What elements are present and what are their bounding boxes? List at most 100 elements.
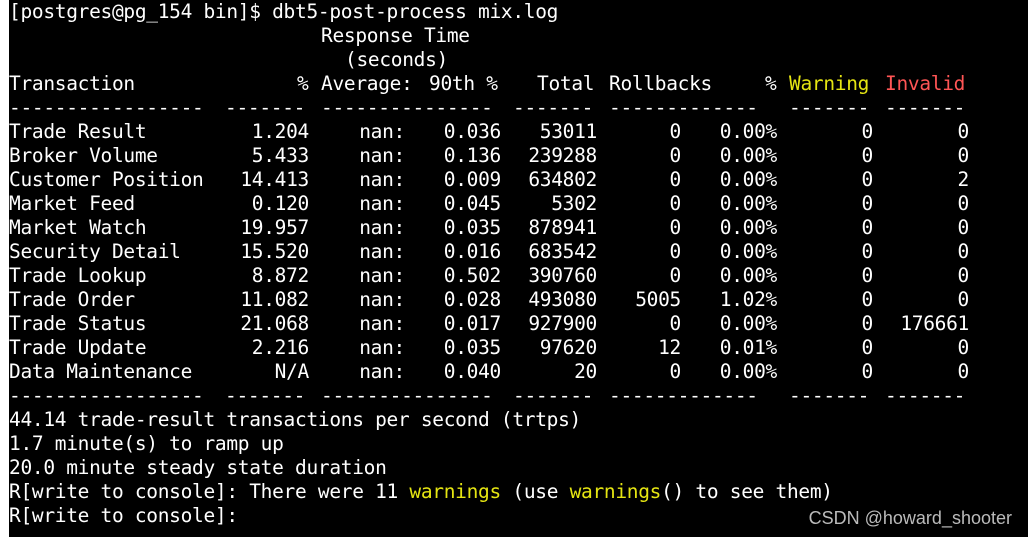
separator-seg: ------- bbox=[225, 384, 306, 407]
row-invalid: 0 bbox=[957, 144, 970, 167]
row-90th: 0.016 bbox=[443, 240, 502, 263]
separator-seg: --------------- bbox=[321, 96, 493, 119]
console-warning-line: R[write to console]: There were 11 warni… bbox=[9, 480, 833, 504]
row-transaction-name: Trade Result bbox=[9, 120, 147, 143]
row-warning: 0 bbox=[861, 264, 874, 287]
row-pct: 11.082 bbox=[240, 288, 309, 311]
console-prefix: R[write to console]: There were 11 bbox=[9, 480, 410, 503]
summary-trtps: 44.14 trade-result transactions per seco… bbox=[9, 408, 582, 431]
row-transaction-name: Trade Status bbox=[9, 312, 147, 335]
row-warning: 0 bbox=[861, 120, 874, 143]
row-rollbacks: 5005 bbox=[635, 288, 681, 311]
row-transaction-name: Customer Position bbox=[9, 168, 204, 191]
row-90th: 0.028 bbox=[443, 288, 502, 311]
row-transaction-name: Market Feed bbox=[9, 192, 135, 215]
row-rollback-pct: 0.00% bbox=[719, 168, 778, 191]
row-90th: 0.502 bbox=[443, 264, 502, 287]
row-total: 683542 bbox=[528, 240, 597, 263]
console-mid: (use bbox=[500, 480, 570, 503]
row-invalid: 0 bbox=[957, 360, 970, 383]
header-response-time: Response Time bbox=[321, 24, 470, 47]
row-total: 53011 bbox=[539, 120, 598, 143]
row-transaction-name: Trade Update bbox=[9, 336, 147, 359]
row-invalid: 0 bbox=[957, 240, 970, 263]
prompt-command-line: [postgres@pg_154 bin]$ dbt5-post-process… bbox=[9, 0, 559, 23]
row-warning: 0 bbox=[861, 168, 874, 191]
row-invalid: 0 bbox=[957, 288, 970, 311]
row-90th: 0.035 bbox=[443, 336, 502, 359]
row-total: 20 bbox=[574, 360, 597, 383]
row-transaction-name: Trade Lookup bbox=[9, 264, 147, 287]
row-average: nan: bbox=[359, 240, 405, 263]
col-rollback-pct: % bbox=[765, 72, 777, 95]
row-rollback-pct: 0.00% bbox=[719, 192, 778, 215]
row-total: 634802 bbox=[528, 168, 597, 191]
row-warning: 0 bbox=[861, 192, 874, 215]
row-total: 239288 bbox=[528, 144, 597, 167]
row-pct: 21.068 bbox=[240, 312, 309, 335]
row-average: nan: bbox=[359, 264, 405, 287]
row-pct: 0.120 bbox=[251, 192, 310, 215]
console-suffix: () to see them) bbox=[661, 480, 833, 503]
row-rollback-pct: 0.00% bbox=[719, 120, 778, 143]
column-header-row: Transaction % Average: 90th % Total Roll… bbox=[9, 72, 965, 96]
separator-bottom: ----------------- ------- --------------… bbox=[9, 384, 965, 408]
row-average: nan: bbox=[359, 336, 405, 359]
col-total: Total bbox=[537, 72, 595, 95]
row-rollbacks: 0 bbox=[669, 312, 682, 335]
row-rollbacks: 0 bbox=[669, 120, 682, 143]
separator-seg: ------- bbox=[513, 96, 594, 119]
row-rollback-pct: 0.01% bbox=[719, 336, 778, 359]
row-total: 927900 bbox=[528, 312, 597, 335]
row-90th: 0.036 bbox=[443, 120, 502, 143]
row-rollbacks: 0 bbox=[669, 360, 682, 383]
header-seconds: (seconds) bbox=[345, 48, 448, 71]
row-warning: 0 bbox=[861, 312, 874, 335]
row-invalid: 0 bbox=[957, 216, 970, 239]
watermark: CSDN @howard_shooter bbox=[808, 508, 1012, 528]
separator-top: ----------------- ------- --------------… bbox=[9, 96, 965, 120]
row-90th: 0.009 bbox=[443, 168, 502, 191]
row-pct: 14.413 bbox=[240, 168, 309, 191]
header-seconds-row: (seconds) bbox=[9, 48, 448, 72]
row-pct: N/A bbox=[274, 360, 310, 383]
col-transaction: Transaction bbox=[9, 72, 135, 95]
row-rollbacks: 12 bbox=[658, 336, 681, 359]
row-pct: 2.216 bbox=[251, 336, 310, 359]
row-rollbacks: 0 bbox=[669, 240, 682, 263]
row-rollback-pct: 0.00% bbox=[719, 360, 778, 383]
row-warning: 0 bbox=[861, 240, 874, 263]
row-total: 97620 bbox=[539, 336, 598, 359]
col-pct: % bbox=[297, 72, 309, 95]
row-pct: 5.433 bbox=[251, 144, 310, 167]
separator-seg: ----------------- bbox=[9, 384, 204, 407]
row-invalid: 176661 bbox=[900, 312, 969, 335]
row-invalid: 0 bbox=[957, 120, 970, 143]
row-warning: 0 bbox=[861, 360, 874, 383]
row-warning: 0 bbox=[861, 288, 874, 311]
col-invalid: Invalid bbox=[885, 72, 966, 95]
row-average: nan: bbox=[359, 144, 405, 167]
row-rollbacks: 0 bbox=[669, 216, 682, 239]
row-total: 390760 bbox=[528, 264, 597, 287]
row-transaction-name: Trade Order bbox=[9, 288, 135, 311]
separator-seg: ------- bbox=[789, 96, 870, 119]
row-average: nan: bbox=[359, 312, 405, 335]
header-response-time-row: Response Time bbox=[9, 24, 470, 48]
row-rollbacks: 0 bbox=[669, 168, 682, 191]
row-pct: 15.520 bbox=[240, 240, 309, 263]
console-prompt-line: R[write to console]: bbox=[9, 504, 238, 527]
row-warning: 0 bbox=[861, 336, 874, 359]
separator-seg: ------- bbox=[885, 96, 966, 119]
row-average: nan: bbox=[359, 360, 405, 383]
row-rollbacks: 0 bbox=[669, 192, 682, 215]
row-average: nan: bbox=[359, 288, 405, 311]
row-90th: 0.040 bbox=[443, 360, 502, 383]
row-90th: 0.045 bbox=[443, 192, 502, 215]
col-rollbacks: Rollbacks bbox=[609, 72, 712, 95]
row-rollback-pct: 0.00% bbox=[719, 312, 778, 335]
separator-seg: ------- bbox=[513, 384, 594, 407]
row-90th: 0.136 bbox=[443, 144, 502, 167]
row-pct: 8.872 bbox=[251, 264, 310, 287]
terminal-window[interactable]: [postgres@pg_154 bin]$ dbt5-post-process… bbox=[9, 0, 1028, 537]
